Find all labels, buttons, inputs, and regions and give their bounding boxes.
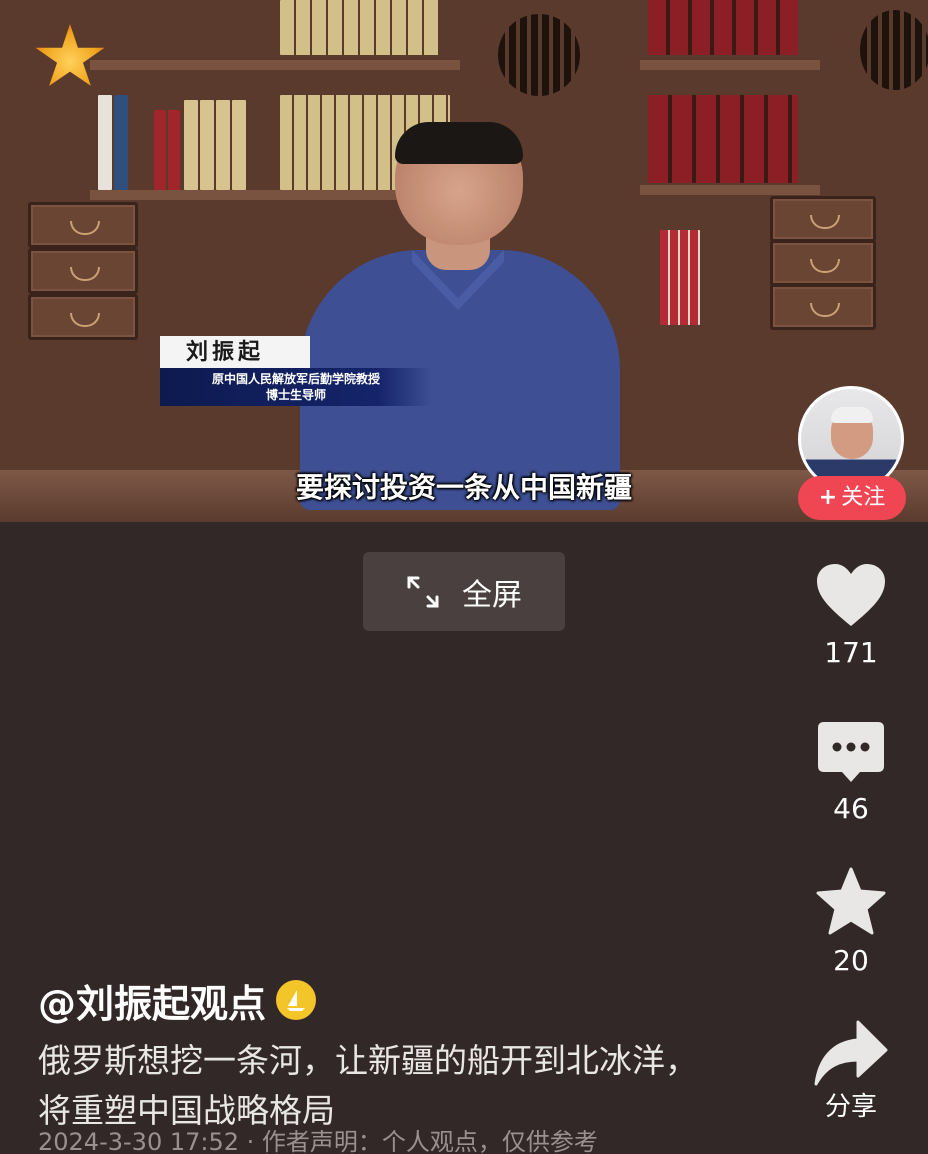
- comment-button[interactable]: 46: [800, 720, 902, 825]
- favorite-button[interactable]: 20: [800, 866, 902, 977]
- speaker-name-plate: 刘振起: [160, 336, 310, 368]
- fullscreen-label: 全屏: [462, 577, 522, 613]
- video-player[interactable]: 刘振起 原中国人民解放军后勤学院教授 博士生导师 要探讨投资一条从中国新疆: [0, 0, 928, 522]
- avatar-hair: [831, 407, 873, 423]
- like-count: 171: [824, 636, 878, 669]
- drawer: [28, 202, 138, 248]
- like-button[interactable]: 171: [800, 562, 902, 669]
- speaker-title-plate: 原中国人民解放军后勤学院教授 博士生导师: [160, 368, 432, 406]
- comment-count: 46: [833, 792, 869, 825]
- video-caption: 俄罗斯想挖一条河，让新疆的船开到北冰洋，将重塑中国战略格局: [38, 1041, 698, 1130]
- verified-badge-icon: [276, 980, 317, 1020]
- follow-label: 关注: [841, 485, 886, 510]
- fullscreen-button[interactable]: 全屏: [363, 552, 565, 631]
- post-meta: 2024-3-30 17:52 · 作者声明：个人观点，仅供参考: [38, 1130, 598, 1154]
- presenter-hair: [395, 122, 523, 164]
- share-icon: [814, 1020, 888, 1086]
- heart-icon: [817, 564, 885, 626]
- follow-button[interactable]: + 关注: [798, 476, 906, 520]
- video-subtitle: 要探讨投资一条从中国新疆: [295, 471, 632, 504]
- drawer: [770, 240, 876, 286]
- drawer: [28, 248, 138, 294]
- share-button[interactable]: 分享: [800, 1020, 902, 1123]
- favorite-count: 20: [833, 944, 869, 977]
- comment-icon: [818, 722, 884, 782]
- share-label: 分享: [824, 1092, 877, 1122]
- expand-icon: [407, 576, 439, 607]
- speaker-title-line: 原中国人民解放军后勤学院教授: [211, 372, 380, 386]
- drawer: [28, 294, 138, 340]
- speaker-title-line: 博士生导师: [265, 388, 326, 402]
- drawer: [770, 284, 876, 330]
- plus-icon: +: [818, 485, 838, 510]
- author-name: @刘振起观点: [38, 981, 267, 1026]
- author-handle[interactable]: @刘振起观点: [38, 976, 317, 1026]
- star-icon: [816, 867, 886, 935]
- drawer: [770, 196, 876, 242]
